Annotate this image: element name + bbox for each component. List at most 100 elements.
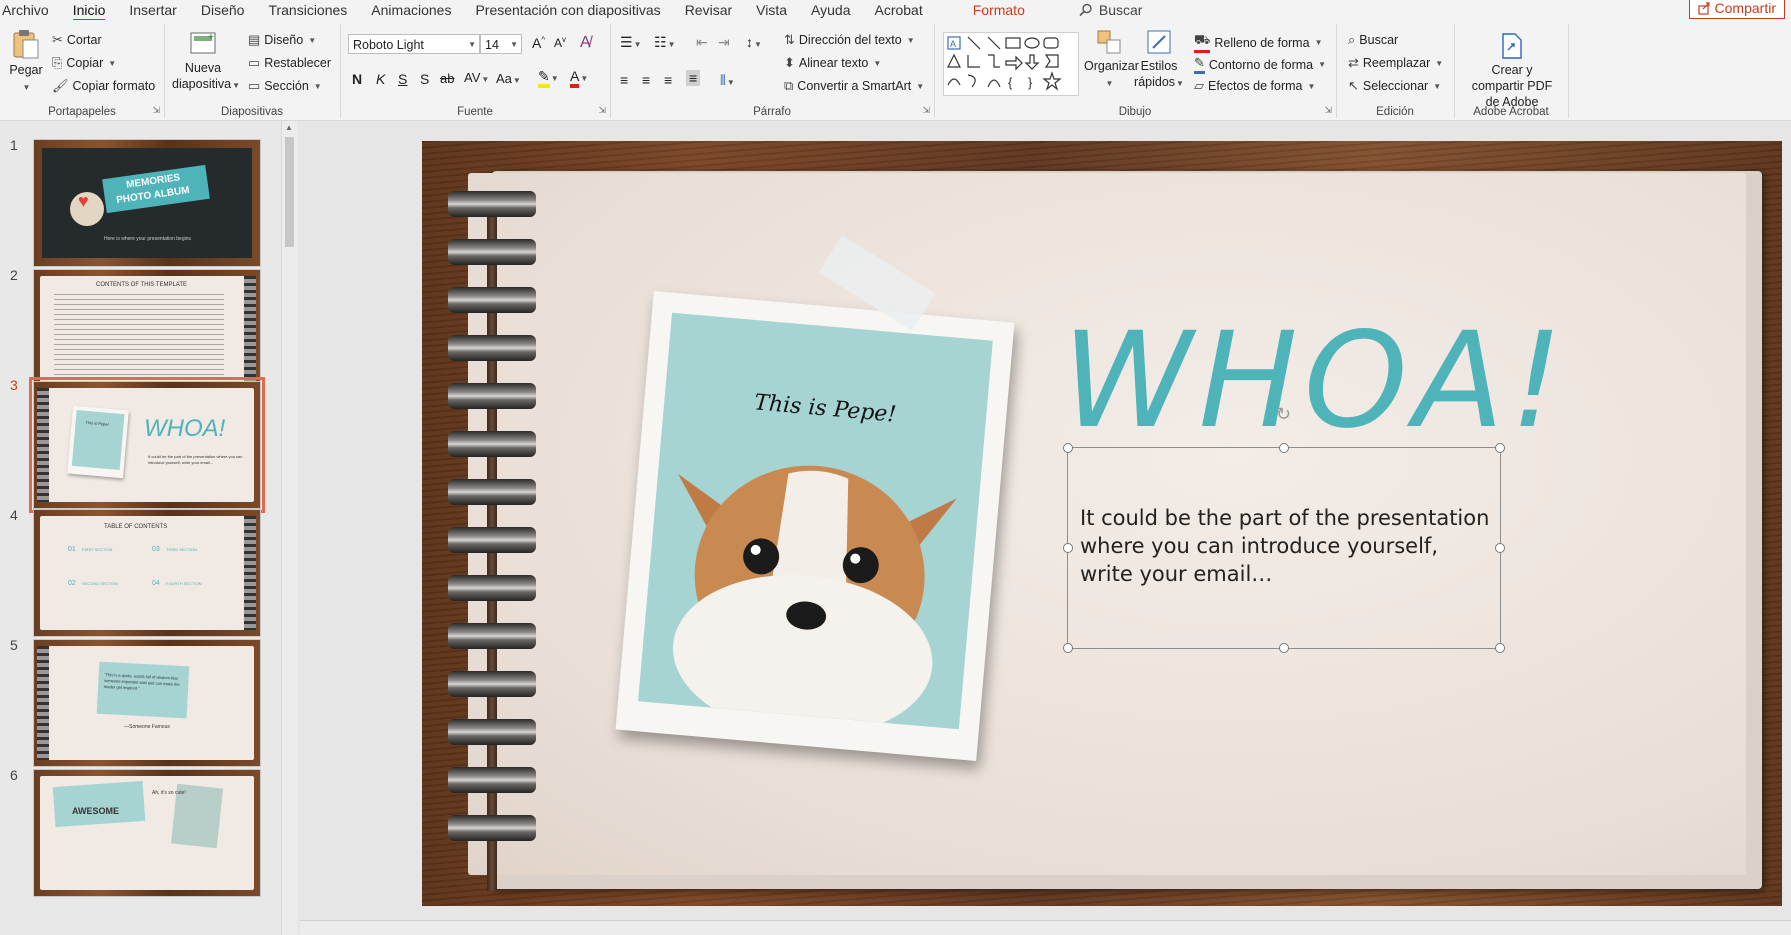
change-case-button[interactable]: Aa▼ (496, 71, 521, 86)
tab-transiciones[interactable]: Transiciones (268, 2, 347, 18)
slide-thumbnail-pane[interactable]: 1 MEMORIES PHOTO ALBUM ♥ Here is where y… (0, 121, 298, 935)
char-spacing-button[interactable]: AV▼ (464, 70, 489, 85)
slide-thumbnail-4[interactable]: TABLE OF CONTENTS 01 FIRST SECTION 03 TH… (33, 509, 261, 637)
tab-formato[interactable]: Formato (973, 2, 1025, 18)
thumb-text-lines (54, 294, 224, 380)
resize-handle[interactable] (1279, 443, 1289, 453)
paste-button[interactable]: Pegar ▼ (6, 28, 46, 96)
tab-revisar[interactable]: Revisar (685, 2, 732, 18)
photo-frame[interactable]: This is Pepe! (615, 291, 1015, 761)
text-direction-icon: ⇅ (784, 32, 795, 47)
align-text-icon: ⬍ (784, 55, 795, 70)
format-painter-button[interactable]: 🖌 Copiar formato (52, 78, 155, 94)
thumb-polaroid: This is Pepe! (67, 405, 129, 479)
share-button[interactable]: Compartir (1688, 0, 1785, 19)
copy-dropdown-icon: ▼ (108, 58, 117, 68)
tab-acrobat[interactable]: Acrobat (874, 2, 922, 18)
font-size-combo[interactable]: 14 ▼ (480, 34, 522, 54)
justify-icon[interactable]: ≡ (686, 70, 701, 86)
tell-me-search[interactable]: Buscar (1079, 2, 1142, 18)
smartart-button[interactable]: ⧉ Convertir a SmartArt ▼ (784, 78, 924, 94)
slide-thumbnail-1[interactable]: MEMORIES PHOTO ALBUM ♥ Here is where you… (33, 139, 261, 267)
thumbnail-scrollbar[interactable]: ▲ (281, 121, 297, 935)
resize-handle[interactable] (1495, 543, 1505, 553)
resize-handle[interactable] (1063, 543, 1073, 553)
decrease-indent-icon[interactable]: ⇤ (696, 34, 708, 51)
tab-animaciones[interactable]: Animaciones (371, 2, 451, 18)
resize-handle[interactable] (1063, 643, 1073, 653)
dialog-launcher-icon[interactable]: ⇲ (598, 105, 606, 116)
arrange-button[interactable]: Organizar ▼ (1084, 28, 1139, 92)
tab-insertar[interactable]: Insertar (129, 2, 176, 18)
shadow-button[interactable]: S (420, 71, 429, 87)
copy-button[interactable]: ⎘ Copiar ▼ (52, 55, 116, 71)
dog-photo[interactable]: This is Pepe! (638, 312, 993, 730)
scrollbar-thumb[interactable] (285, 137, 294, 247)
quick-styles-button[interactable]: Estilos rápidos▼ (1134, 28, 1184, 92)
slide-thumbnail-5[interactable]: “This is a quote, words full of wisdom t… (33, 639, 261, 767)
tab-archivo[interactable]: Archivo (2, 2, 49, 18)
shapes-gallery[interactable]: A {} (943, 32, 1079, 96)
increase-font-icon[interactable]: A^ (532, 35, 545, 51)
shape-effects-button[interactable]: ▱ Efectos de forma ▼ (1194, 78, 1315, 94)
layout-button[interactable]: ▤ Diseño ▼ (248, 32, 316, 48)
bullets-icon[interactable]: ☰▼ (620, 34, 641, 51)
shape-outline-button[interactable]: ✎ Contorno de forma ▼ (1194, 55, 1326, 74)
replace-button[interactable]: ⇄ Reemplazar ▼ (1348, 55, 1443, 71)
create-share-pdf-button[interactable]: Crear y compartir PDF de Adobe (1464, 32, 1560, 110)
numbering-icon[interactable]: ☷▼ (654, 34, 675, 51)
current-slide[interactable]: This is Pepe! WHOA! ↻ It could be the pa… (422, 141, 1782, 906)
highlight-button[interactable]: ✎▼ (538, 68, 559, 88)
increase-indent-icon[interactable]: ⇥ (718, 34, 730, 51)
tab-vista[interactable]: Vista (756, 2, 787, 18)
cut-button[interactable]: ✂ Cortar (52, 32, 102, 48)
columns-icon[interactable]: ⫴▼ (720, 72, 735, 89)
clear-format-icon[interactable]: A̸ (580, 34, 591, 52)
select-button[interactable]: ↖ Seleccionar ▼ (1348, 78, 1441, 94)
tab-presentacion[interactable]: Presentación con diapositivas (475, 2, 660, 18)
italic-button[interactable]: K (376, 71, 385, 87)
dialog-launcher-icon[interactable]: ⇲ (922, 105, 930, 116)
align-center-icon[interactable]: ≡ (642, 72, 650, 88)
resize-handle[interactable] (1279, 643, 1289, 653)
find-button[interactable]: ⌕ Buscar (1348, 32, 1398, 48)
body-text[interactable]: It could be the part of the presentation… (1080, 504, 1492, 588)
align-left-icon[interactable]: ≡ (620, 72, 628, 88)
horizontal-scrollbar[interactable] (300, 920, 1791, 935)
line-spacing-icon[interactable]: ↕▼ (746, 34, 762, 50)
slide-thumbnail-2[interactable]: CONTENTS OF THIS TEMPLATE (33, 269, 261, 397)
paste-label: Pegar (9, 63, 43, 77)
align-right-icon[interactable]: ≡ (664, 72, 672, 88)
tab-ayuda[interactable]: Ayuda (811, 2, 850, 18)
selected-text-box[interactable]: ↻ It could be the part of the presentati… (1063, 404, 1505, 653)
highlighter-icon: ✎ (538, 68, 550, 88)
slide-thumbnail-6[interactable]: AWESOME Ah, it’s so cute! (33, 769, 261, 897)
font-name-combo[interactable]: Roboto Light ▼ (348, 34, 480, 54)
tab-inicio[interactable]: Inicio (72, 2, 105, 22)
new-slide-button[interactable]: + Nueva diapositiva▼ (172, 28, 240, 94)
chevron-down-icon: ▼ (468, 40, 476, 49)
strikethrough-button[interactable]: ab (440, 71, 454, 86)
align-text-button[interactable]: ⬍ Alinear texto ▼ (784, 55, 881, 71)
resize-handle[interactable] (1063, 443, 1073, 453)
section-button[interactable]: ▭ Sección ▼ (248, 78, 322, 94)
text-direction-button[interactable]: ⇅ Dirección del texto ▼ (784, 32, 915, 48)
decrease-font-icon[interactable]: Av (554, 35, 566, 50)
dialog-launcher-icon[interactable]: ⇲ (152, 105, 160, 116)
slide-thumbnail-3[interactable]: This is Pepe! WHOA! It could be the part… (29, 377, 265, 513)
new-slide-label: Nueva diapositiva (172, 61, 232, 91)
rotate-handle-icon[interactable]: ↻ (1276, 404, 1291, 425)
resize-handle[interactable] (1495, 643, 1505, 653)
font-color-button[interactable]: A▼ (570, 68, 588, 88)
scroll-up-icon[interactable]: ▲ (285, 123, 293, 132)
chevron-down-icon: ▼ (550, 74, 559, 83)
reset-button[interactable]: ▭ Restablecer (248, 55, 331, 71)
bold-button[interactable]: N (352, 71, 362, 87)
dialog-launcher-icon[interactable]: ⇲ (1324, 105, 1332, 116)
resize-handle[interactable] (1495, 443, 1505, 453)
thumb-body: It could be the part of the presentation… (148, 454, 243, 465)
underline-button[interactable]: S (398, 71, 407, 87)
tab-diseno[interactable]: Diseño (201, 2, 245, 18)
slide-title[interactable]: WHOA! (1062, 311, 1582, 451)
shape-fill-button[interactable]: ⛟ Relleno de forma ▼ (1194, 32, 1322, 53)
